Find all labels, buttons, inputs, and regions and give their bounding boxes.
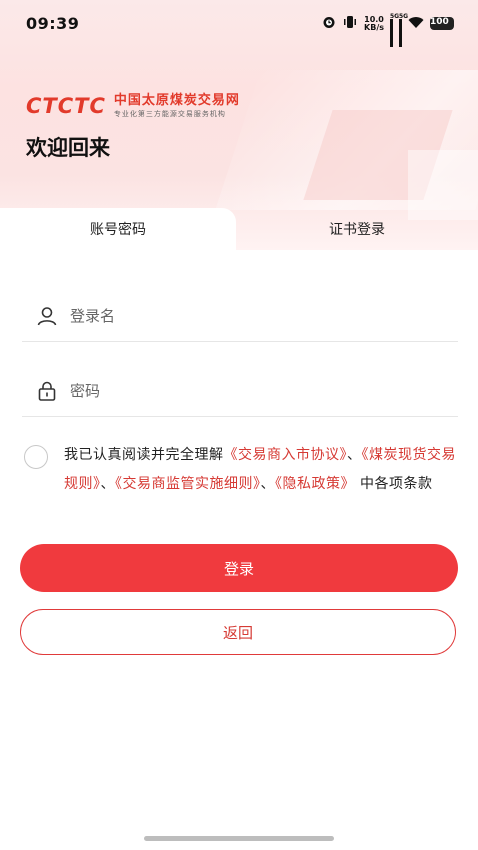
- brand-logo: CTCTC 中国太原煤炭交易网 专业化第三方能源交易服务机构: [26, 93, 240, 119]
- status-bar: 09:39 10.0 KB/s 5G 5G 100: [0, 0, 478, 50]
- agreement-section: 我已认真阅读并完全理解《交易商入市协议》、《煤炭现货交易规则》、《交易商监管实施…: [24, 441, 464, 499]
- link-market-entry-agreement[interactable]: 《交易商入市协议》: [224, 447, 348, 463]
- wifi-icon: [408, 14, 424, 33]
- tab-certificate-login[interactable]: 证书登录: [236, 208, 478, 250]
- agreement-checkbox[interactable]: [24, 445, 48, 469]
- lock-icon: [36, 380, 58, 402]
- logo-mark: CTCTC: [26, 94, 106, 118]
- status-time: 09:39: [26, 14, 80, 33]
- logo-title: 中国太原煤炭交易网: [113, 93, 240, 108]
- user-icon: [36, 305, 58, 327]
- tab-label: 账号密码: [90, 222, 146, 238]
- agreement-text: 我已认真阅读并完全理解《交易商入市协议》、《煤炭现货交易规则》、《交易商监管实施…: [64, 447, 456, 492]
- username-input[interactable]: [68, 306, 432, 326]
- tab-account-password[interactable]: 账号密码: [0, 208, 236, 250]
- tab-label: 证书登录: [329, 222, 385, 238]
- back-button[interactable]: 返回: [20, 609, 456, 655]
- password-field: [22, 366, 458, 417]
- alarm-icon: [322, 14, 336, 33]
- login-tabs: 账号密码 证书登录: [0, 208, 478, 250]
- network-speed: 10.0 KB/s: [364, 14, 384, 32]
- link-supervision-rules[interactable]: 《交易商监管实施细则》: [115, 476, 261, 492]
- vibrate-icon: [342, 14, 358, 33]
- page-title: 欢迎回来: [26, 136, 110, 160]
- logo-subtitle: 专业化第三方能源交易服务机构: [113, 110, 226, 118]
- username-field: [22, 291, 458, 342]
- link-privacy-policy[interactable]: 《隐私政策》: [275, 476, 355, 492]
- password-input[interactable]: [68, 381, 432, 401]
- signal-5g-icon: 5G: [390, 13, 399, 47]
- status-icons: 10.0 KB/s 5G 5G 100: [322, 13, 454, 47]
- home-indicator[interactable]: [144, 836, 334, 841]
- battery-icon: 100: [430, 17, 454, 30]
- login-button[interactable]: 登录: [20, 544, 458, 592]
- signal-5g-icon: 5G: [399, 13, 408, 47]
